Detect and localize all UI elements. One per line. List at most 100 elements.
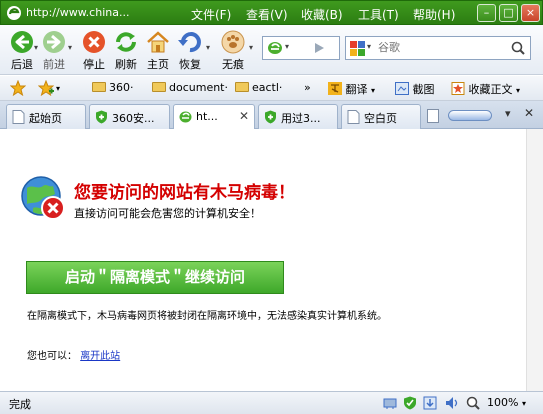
private-mode-button[interactable]: 无痕 (219, 29, 247, 72)
translate-button[interactable]: 翻译 ▾ (328, 81, 375, 97)
stop-label: 停止 (83, 58, 105, 71)
restore-tab-button[interactable]: 恢复 (176, 29, 204, 72)
download-icon[interactable] (423, 396, 437, 410)
undo-icon (178, 32, 201, 53)
folder-icon (92, 82, 106, 92)
tab-scroll-slider[interactable] (448, 110, 492, 121)
favorite-folder-document[interactable]: document· (152, 81, 228, 94)
back-arrow-icon (11, 31, 33, 53)
tab-used-360[interactable]: 用过3... (258, 104, 338, 129)
home-button[interactable]: 主页 (144, 29, 172, 72)
search-engine-dropdown-icon[interactable]: ▾ (367, 42, 371, 51)
close-button[interactable]: × (521, 4, 540, 22)
virus-warning-globe-icon (21, 176, 65, 220)
favorites-overflow-button[interactable]: » (304, 81, 311, 94)
add-favorite-icon[interactable] (38, 80, 54, 96)
leave-prefix: 您也可以： (27, 351, 77, 362)
refresh-button[interactable]: 刷新 (112, 29, 140, 72)
tab-current-page[interactable]: ht... ✕ (173, 104, 255, 130)
restore-label: 恢复 (179, 58, 201, 71)
forward-label: 前进 (43, 58, 65, 71)
zoom-magnifier-icon[interactable] (466, 396, 480, 410)
tab-blank-page[interactable]: 空白页 (341, 104, 421, 129)
forward-dropdown-icon[interactable]: ▾ (68, 43, 72, 52)
address-bar[interactable]: ▾ (262, 36, 340, 60)
search-bar[interactable]: ▾ (345, 36, 531, 60)
folder-icon (152, 82, 166, 92)
warning-title: 您要访问的网站有木马病毒！ (74, 183, 295, 203)
back-button[interactable]: 后退 (8, 29, 36, 72)
stop-button[interactable]: 停止 (80, 29, 108, 72)
collect-text-button[interactable]: 收藏正文 ▾ (451, 81, 520, 97)
tab-label: 360安... (112, 112, 155, 125)
tab-label: 起始页 (29, 112, 62, 125)
search-icon[interactable] (511, 41, 525, 55)
vertical-scrollbar[interactable] (526, 129, 543, 391)
ie-icon (179, 111, 192, 123)
shield-icon (265, 110, 276, 124)
menu-help[interactable]: 帮助(H) (413, 6, 455, 23)
browser-logo-icon (7, 6, 21, 20)
tab-start-page[interactable]: 起始页 (6, 104, 86, 129)
screenshot-button[interactable]: 截图 (395, 81, 435, 97)
translate-label: 翻译 (345, 83, 368, 96)
collect-text-label: 收藏正文 (468, 83, 513, 96)
minimize-button[interactable]: – (477, 4, 496, 22)
title-bar: http://www.china... 文件(F) 查看(V) 收藏(B) 工具… (0, 0, 543, 25)
menu-file[interactable]: 文件(F) (191, 6, 231, 23)
close-tab-bar-icon[interactable]: ✕ (524, 106, 534, 120)
menu-tools[interactable]: 工具(T) (358, 6, 399, 23)
stop-icon (83, 31, 105, 53)
private-dropdown-icon[interactable]: ▾ (249, 43, 253, 52)
zoom-value: 100% (487, 396, 519, 409)
tab-list-dropdown-icon[interactable]: ▾ (505, 107, 511, 120)
refresh-label: 刷新 (115, 58, 137, 71)
network-icon[interactable] (383, 396, 397, 410)
isolation-mode-button[interactable]: 启动＂隔离模式＂继续访问 (26, 261, 284, 294)
close-tab-icon[interactable]: ✕ (239, 109, 249, 123)
private-label: 无痕 (222, 58, 244, 71)
screenshot-label: 截图 (412, 83, 435, 96)
menu-view[interactable]: 查看(V) (246, 6, 288, 23)
favorites-bar: ▾ 360· document· eactl· » 翻译 ▾ 截图 收藏正文 ▾ (0, 76, 543, 101)
home-label: 主页 (147, 58, 169, 71)
tab-label: 用过3... (281, 112, 321, 125)
main-toolbar: 后退 ▾ 前进 ▾ 停止 刷新 主页 恢复 ▾ 无痕 ▾ ▾ ▾ 谷歌 (0, 25, 543, 75)
security-shield-icon[interactable] (403, 396, 417, 410)
page-icon (12, 110, 25, 124)
page-icon (347, 110, 360, 124)
favorite-folder-eactl[interactable]: eactl· (235, 81, 282, 94)
refresh-icon (116, 32, 136, 52)
leave-site-link[interactable]: 离开此站 (80, 351, 120, 362)
go-arrow-icon[interactable] (313, 42, 325, 54)
paw-icon (221, 30, 245, 54)
home-icon (147, 31, 169, 53)
favorite-folder-label: document· (169, 81, 228, 94)
menu-favorites[interactable]: 收藏(B) (301, 6, 343, 23)
translate-icon (328, 82, 342, 95)
add-favorite-dropdown-icon[interactable]: ▾ (56, 84, 60, 93)
ie-engine-icon (268, 42, 282, 54)
window-title: http://www.china... (26, 6, 130, 19)
restore-button[interactable]: □ (499, 4, 518, 22)
favorite-folder-label: 360· (109, 81, 134, 94)
tab-360-security[interactable]: 360安... (89, 104, 170, 129)
zoom-level[interactable]: 100% ▾ (487, 396, 526, 409)
tab-bar: 起始页 360安... ht... ✕ 用过3... 空白页 ▾ ✕ (0, 101, 543, 130)
engine-dropdown-icon[interactable]: ▾ (285, 42, 289, 51)
forward-button[interactable]: 前进 (40, 29, 68, 72)
restore-dropdown-icon[interactable]: ▾ (206, 43, 210, 52)
forward-arrow-icon (43, 31, 65, 53)
status-bar: 完成 100% ▾ (0, 391, 543, 414)
tab-label: ht... (196, 110, 218, 123)
search-input[interactable] (378, 41, 498, 54)
folder-icon (235, 82, 249, 92)
tab-label: 空白页 (364, 112, 397, 125)
favorites-star-icon[interactable] (10, 80, 26, 96)
back-dropdown-icon[interactable]: ▾ (34, 43, 38, 52)
shield-icon (96, 110, 107, 124)
page-content: 您要访问的网站有木马病毒！ 直接访问可能会危害您的计算机安全！ 启动＂隔离模式＂… (0, 129, 543, 391)
new-tab-icon[interactable] (427, 109, 439, 123)
favorite-folder-360[interactable]: 360· (92, 81, 134, 94)
sound-icon[interactable] (445, 396, 459, 410)
